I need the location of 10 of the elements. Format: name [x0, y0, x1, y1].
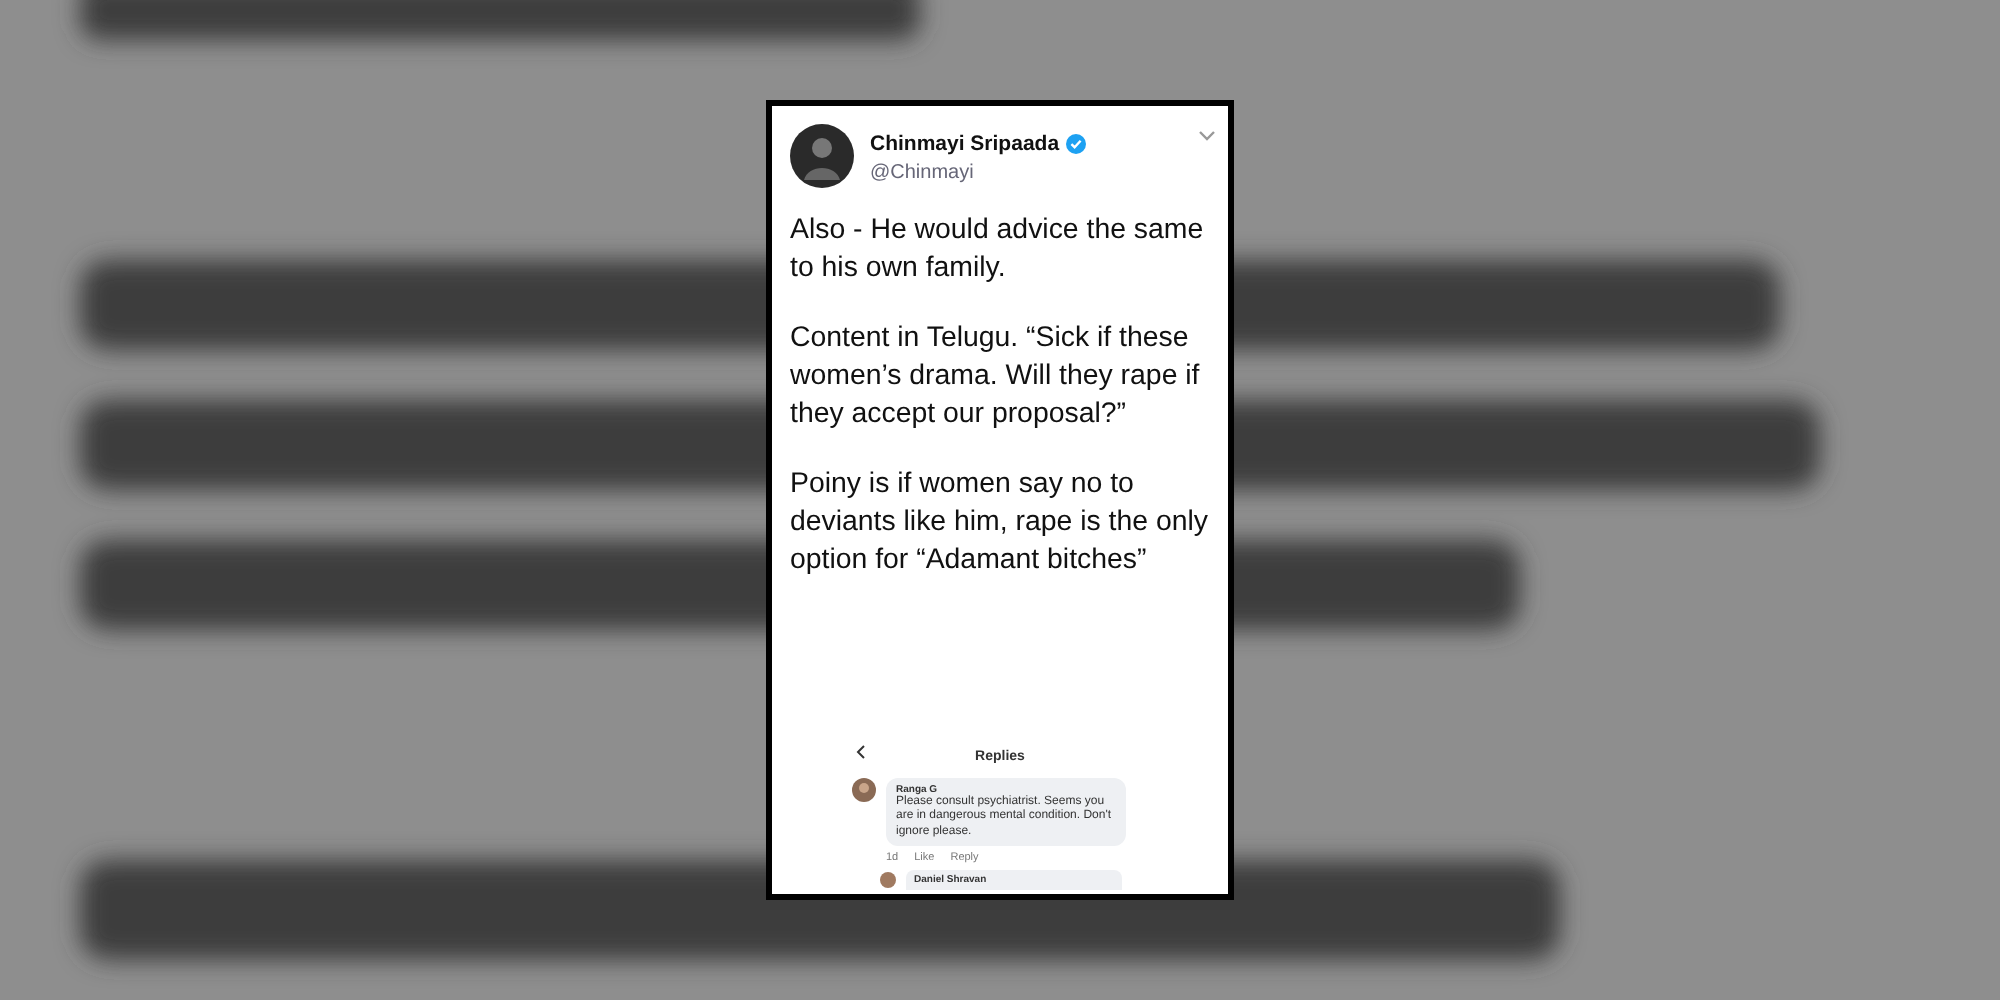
avatar-icon — [880, 872, 896, 889]
tweet-paragraph: Poiny is if women say no to deviants like him, rape is the only option for “Adamant bitches” — [790, 466, 1210, 580]
tweet-paragraph: Content in Telugu. “Sick if these women’s drama. Will they rape if they accept our proposal?” — [790, 320, 1202, 434]
tweet-paragraph: Also - He would advice the same to his own family. — [790, 212, 1206, 288]
avatar-icon — [790, 124, 854, 188]
author-name[interactable]: Chinmayi Sripaada — [870, 132, 1060, 156]
author-handle[interactable]: @Chinmayi — [870, 162, 1086, 184]
avatar-icon — [852, 778, 876, 802]
back-icon[interactable] — [856, 744, 866, 760]
chevron-icon[interactable] — [1198, 130, 1216, 142]
